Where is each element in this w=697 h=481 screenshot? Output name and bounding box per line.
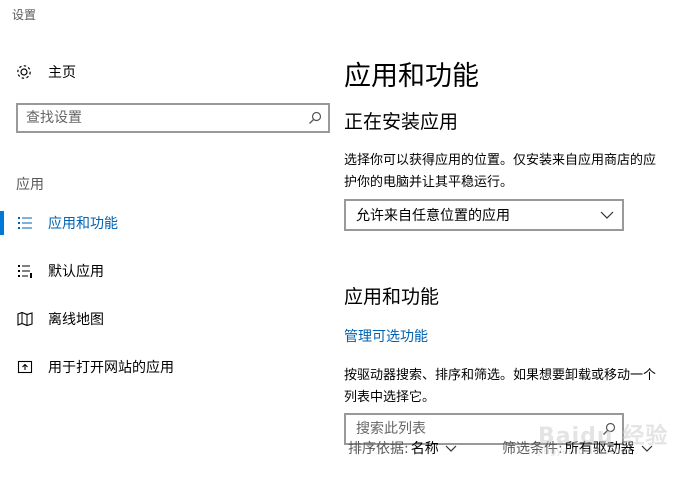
home-nav-item[interactable]: 主页 xyxy=(14,60,314,84)
sidebar-item-label: 应用和功能 xyxy=(48,216,118,232)
installing-apps-heading: 正在安装应用 xyxy=(344,111,459,133)
section-label: 应用 xyxy=(16,177,44,193)
app-source-dropdown[interactable]: 允许来自任意位置的应用 xyxy=(344,199,624,231)
apps-features-heading: 应用和功能 xyxy=(344,286,440,308)
selection-indicator xyxy=(0,355,4,379)
sidebar-item-label: 用于打开网站的应用 xyxy=(48,360,174,376)
sort-by-dropdown[interactable]: 排序依据: 名称 xyxy=(348,438,457,458)
sidebar-item-apps-for-websites[interactable]: 用于打开网站的应用 xyxy=(0,347,320,387)
selection-indicator xyxy=(0,307,4,331)
baidu-watermark: Baidu 经验 jingyan.baidu.com xyxy=(530,400,690,460)
installing-apps-description: 选择你可以获得应用的位置。仅安装来自应用商店的应 护你的电脑并让其平稳运行。 xyxy=(344,150,697,194)
settings-search-box[interactable] xyxy=(16,103,330,133)
sidebar-item-default-apps[interactable]: 默认应用 xyxy=(0,251,320,291)
watermark-subtext: jingyan.baidu.com xyxy=(538,446,631,457)
sort-value: 名称 xyxy=(410,441,439,457)
map-icon xyxy=(16,310,34,328)
selection-indicator xyxy=(0,211,4,235)
description-line: 选择你可以获得应用的位置。仅安装来自应用商店的应 xyxy=(344,153,657,168)
settings-search-input[interactable] xyxy=(18,105,302,131)
description-line: 按驱动器搜索、排序和筛选。如果想要卸载或移动一个 xyxy=(344,368,657,383)
gear-icon xyxy=(14,62,34,82)
manage-optional-features-link[interactable]: 管理可选功能 xyxy=(344,326,428,346)
apps-list-icon xyxy=(16,214,34,232)
dropdown-value: 允许来自任意位置的应用 xyxy=(356,208,510,224)
description-line: 护你的电脑并让其平稳运行。 xyxy=(344,175,514,190)
home-label: 主页 xyxy=(48,65,76,81)
sidebar-item-label: 默认应用 xyxy=(48,264,104,280)
sidebar-item-offline-maps[interactable]: 离线地图 xyxy=(0,299,320,339)
open-website-icon xyxy=(16,358,34,376)
search-icon[interactable] xyxy=(302,105,328,131)
default-apps-icon xyxy=(16,262,34,280)
sidebar-item-apps-features[interactable]: 应用和功能 xyxy=(0,203,320,243)
chevron-down-icon xyxy=(445,445,457,452)
chevron-down-icon xyxy=(592,211,622,219)
window-title: 设置 xyxy=(12,8,37,22)
page-title: 应用和功能 xyxy=(344,61,479,92)
selection-indicator xyxy=(0,259,4,283)
sort-label: 排序依据: xyxy=(348,441,409,457)
sidebar-item-label: 离线地图 xyxy=(48,312,104,328)
